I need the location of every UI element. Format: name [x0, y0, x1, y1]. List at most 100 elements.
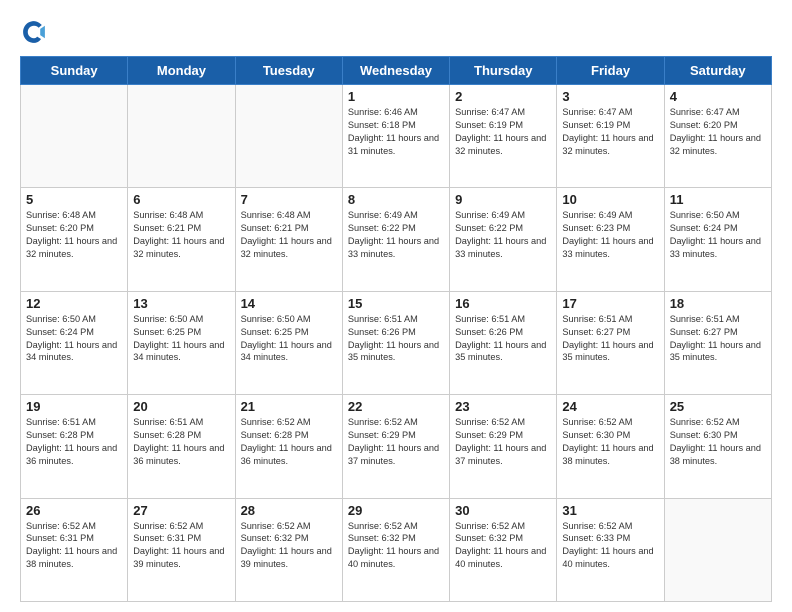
day-number: 7	[241, 192, 337, 207]
cell-info: Sunrise: 6:52 AMSunset: 6:29 PMDaylight:…	[455, 416, 551, 468]
calendar-cell: 8 Sunrise: 6:49 AMSunset: 6:22 PMDaylight…	[342, 188, 449, 291]
header	[20, 18, 772, 46]
calendar-cell: 24 Sunrise: 6:52 AMSunset: 6:30 PMDayligh…	[557, 395, 664, 498]
calendar-cell	[128, 85, 235, 188]
calendar-cell: 17 Sunrise: 6:51 AMSunset: 6:27 PMDayligh…	[557, 291, 664, 394]
day-number: 27	[133, 503, 229, 518]
day-number: 25	[670, 399, 766, 414]
cell-info: Sunrise: 6:50 AMSunset: 6:24 PMDaylight:…	[670, 209, 766, 261]
calendar-cell: 30 Sunrise: 6:52 AMSunset: 6:32 PMDayligh…	[450, 498, 557, 601]
calendar-cell: 5 Sunrise: 6:48 AMSunset: 6:20 PMDaylight…	[21, 188, 128, 291]
calendar-cell: 23 Sunrise: 6:52 AMSunset: 6:29 PMDayligh…	[450, 395, 557, 498]
calendar-cell: 9 Sunrise: 6:49 AMSunset: 6:22 PMDaylight…	[450, 188, 557, 291]
day-number: 31	[562, 503, 658, 518]
calendar-cell: 10 Sunrise: 6:49 AMSunset: 6:23 PMDayligh…	[557, 188, 664, 291]
calendar-day-header: Monday	[128, 57, 235, 85]
calendar-cell: 3 Sunrise: 6:47 AMSunset: 6:19 PMDaylight…	[557, 85, 664, 188]
day-number: 5	[26, 192, 122, 207]
calendar-cell: 14 Sunrise: 6:50 AMSunset: 6:25 PMDayligh…	[235, 291, 342, 394]
cell-info: Sunrise: 6:52 AMSunset: 6:32 PMDaylight:…	[455, 520, 551, 572]
calendar-cell	[21, 85, 128, 188]
day-number: 12	[26, 296, 122, 311]
calendar-cell: 1Sunrise: 6:46 AMSunset: 6:18 PMDaylight…	[342, 85, 449, 188]
day-number: 8	[348, 192, 444, 207]
cell-info: Sunrise: 6:50 AMSunset: 6:25 PMDaylight:…	[241, 313, 337, 365]
calendar-week-row: 19Sunrise: 6:51 AMSunset: 6:28 PMDayligh…	[21, 395, 772, 498]
day-number: 20	[133, 399, 229, 414]
cell-info: Sunrise: 6:52 AMSunset: 6:29 PMDaylight:…	[348, 416, 444, 468]
day-number: 10	[562, 192, 658, 207]
day-number: 28	[241, 503, 337, 518]
cell-info: Sunrise: 6:51 AMSunset: 6:26 PMDaylight:…	[455, 313, 551, 365]
calendar-cell: 18Sunrise: 6:51 AMSunset: 6:27 PMDayligh…	[664, 291, 771, 394]
day-number: 13	[133, 296, 229, 311]
calendar-week-row: 5 Sunrise: 6:48 AMSunset: 6:20 PMDaylight…	[21, 188, 772, 291]
calendar-header-row: SundayMondayTuesdayWednesdayThursdayFrid…	[21, 57, 772, 85]
calendar-day-header: Friday	[557, 57, 664, 85]
calendar-cell: 11 Sunrise: 6:50 AMSunset: 6:24 PMDayligh…	[664, 188, 771, 291]
cell-info: Sunrise: 6:52 AMSunset: 6:32 PMDaylight:…	[241, 520, 337, 572]
cell-info: Sunrise: 6:49 AMSunset: 6:22 PMDaylight:…	[348, 209, 444, 261]
day-number: 6	[133, 192, 229, 207]
cell-info: Sunrise: 6:51 AMSunset: 6:26 PMDaylight:…	[348, 313, 444, 365]
calendar-cell	[664, 498, 771, 601]
day-number: 30	[455, 503, 551, 518]
cell-info: Sunrise: 6:49 AMSunset: 6:22 PMDaylight:…	[455, 209, 551, 261]
calendar-cell: 13Sunrise: 6:50 AMSunset: 6:25 PMDayligh…	[128, 291, 235, 394]
cell-info: Sunrise: 6:51 AMSunset: 6:28 PMDaylight:…	[26, 416, 122, 468]
day-number: 29	[348, 503, 444, 518]
calendar-cell	[235, 85, 342, 188]
day-number: 11	[670, 192, 766, 207]
cell-info: Sunrise: 6:52 AMSunset: 6:30 PMDaylight:…	[562, 416, 658, 468]
day-number: 3	[562, 89, 658, 104]
calendar-cell: 2Sunrise: 6:47 AMSunset: 6:19 PMDaylight…	[450, 85, 557, 188]
day-number: 9	[455, 192, 551, 207]
calendar-week-row: 26 Sunrise: 6:52 AMSunset: 6:31 PMDayligh…	[21, 498, 772, 601]
day-number: 15	[348, 296, 444, 311]
day-number: 17	[562, 296, 658, 311]
calendar-table: SundayMondayTuesdayWednesdayThursdayFrid…	[20, 56, 772, 602]
logo	[20, 18, 52, 46]
calendar-cell: 20Sunrise: 6:51 AMSunset: 6:28 PMDayligh…	[128, 395, 235, 498]
calendar-cell: 22 Sunrise: 6:52 AMSunset: 6:29 PMDayligh…	[342, 395, 449, 498]
calendar-cell: 15 Sunrise: 6:51 AMSunset: 6:26 PMDayligh…	[342, 291, 449, 394]
cell-info: Sunrise: 6:52 AMSunset: 6:30 PMDaylight:…	[670, 416, 766, 468]
calendar-day-header: Wednesday	[342, 57, 449, 85]
calendar-cell: 6Sunrise: 6:48 AMSunset: 6:21 PMDaylight…	[128, 188, 235, 291]
cell-info: Sunrise: 6:49 AMSunset: 6:23 PMDaylight:…	[562, 209, 658, 261]
cell-info: Sunrise: 6:46 AMSunset: 6:18 PMDaylight:…	[348, 106, 444, 158]
calendar-cell: 29 Sunrise: 6:52 AMSunset: 6:32 PMDayligh…	[342, 498, 449, 601]
calendar-day-header: Tuesday	[235, 57, 342, 85]
calendar-day-header: Sunday	[21, 57, 128, 85]
cell-info: Sunrise: 6:52 AMSunset: 6:31 PMDaylight:…	[133, 520, 229, 572]
cell-info: Sunrise: 6:47 AMSunset: 6:19 PMDaylight:…	[562, 106, 658, 158]
cell-info: Sunrise: 6:51 AMSunset: 6:27 PMDaylight:…	[562, 313, 658, 365]
logo-icon	[20, 18, 48, 46]
calendar-cell: 27 Sunrise: 6:52 AMSunset: 6:31 PMDayligh…	[128, 498, 235, 601]
day-number: 14	[241, 296, 337, 311]
cell-info: Sunrise: 6:52 AMSunset: 6:28 PMDaylight:…	[241, 416, 337, 468]
day-number: 22	[348, 399, 444, 414]
calendar-week-row: 12 Sunrise: 6:50 AMSunset: 6:24 PMDayligh…	[21, 291, 772, 394]
day-number: 16	[455, 296, 551, 311]
cell-info: Sunrise: 6:52 AMSunset: 6:32 PMDaylight:…	[348, 520, 444, 572]
calendar-cell: 31Sunrise: 6:52 AMSunset: 6:33 PMDayligh…	[557, 498, 664, 601]
day-number: 21	[241, 399, 337, 414]
cell-info: Sunrise: 6:48 AMSunset: 6:21 PMDaylight:…	[241, 209, 337, 261]
day-number: 26	[26, 503, 122, 518]
calendar-cell: 16 Sunrise: 6:51 AMSunset: 6:26 PMDayligh…	[450, 291, 557, 394]
cell-info: Sunrise: 6:52 AMSunset: 6:31 PMDaylight:…	[26, 520, 122, 572]
calendar-cell: 25 Sunrise: 6:52 AMSunset: 6:30 PMDayligh…	[664, 395, 771, 498]
calendar-cell: 7 Sunrise: 6:48 AMSunset: 6:21 PMDaylight…	[235, 188, 342, 291]
day-number: 2	[455, 89, 551, 104]
cell-info: Sunrise: 6:48 AMSunset: 6:20 PMDaylight:…	[26, 209, 122, 261]
calendar-cell: 12 Sunrise: 6:50 AMSunset: 6:24 PMDayligh…	[21, 291, 128, 394]
calendar-cell: 21 Sunrise: 6:52 AMSunset: 6:28 PMDayligh…	[235, 395, 342, 498]
day-number: 23	[455, 399, 551, 414]
day-number: 4	[670, 89, 766, 104]
day-number: 24	[562, 399, 658, 414]
calendar-day-header: Saturday	[664, 57, 771, 85]
calendar-cell: 19Sunrise: 6:51 AMSunset: 6:28 PMDayligh…	[21, 395, 128, 498]
page: SundayMondayTuesdayWednesdayThursdayFrid…	[0, 0, 792, 612]
cell-info: Sunrise: 6:50 AMSunset: 6:24 PMDaylight:…	[26, 313, 122, 365]
